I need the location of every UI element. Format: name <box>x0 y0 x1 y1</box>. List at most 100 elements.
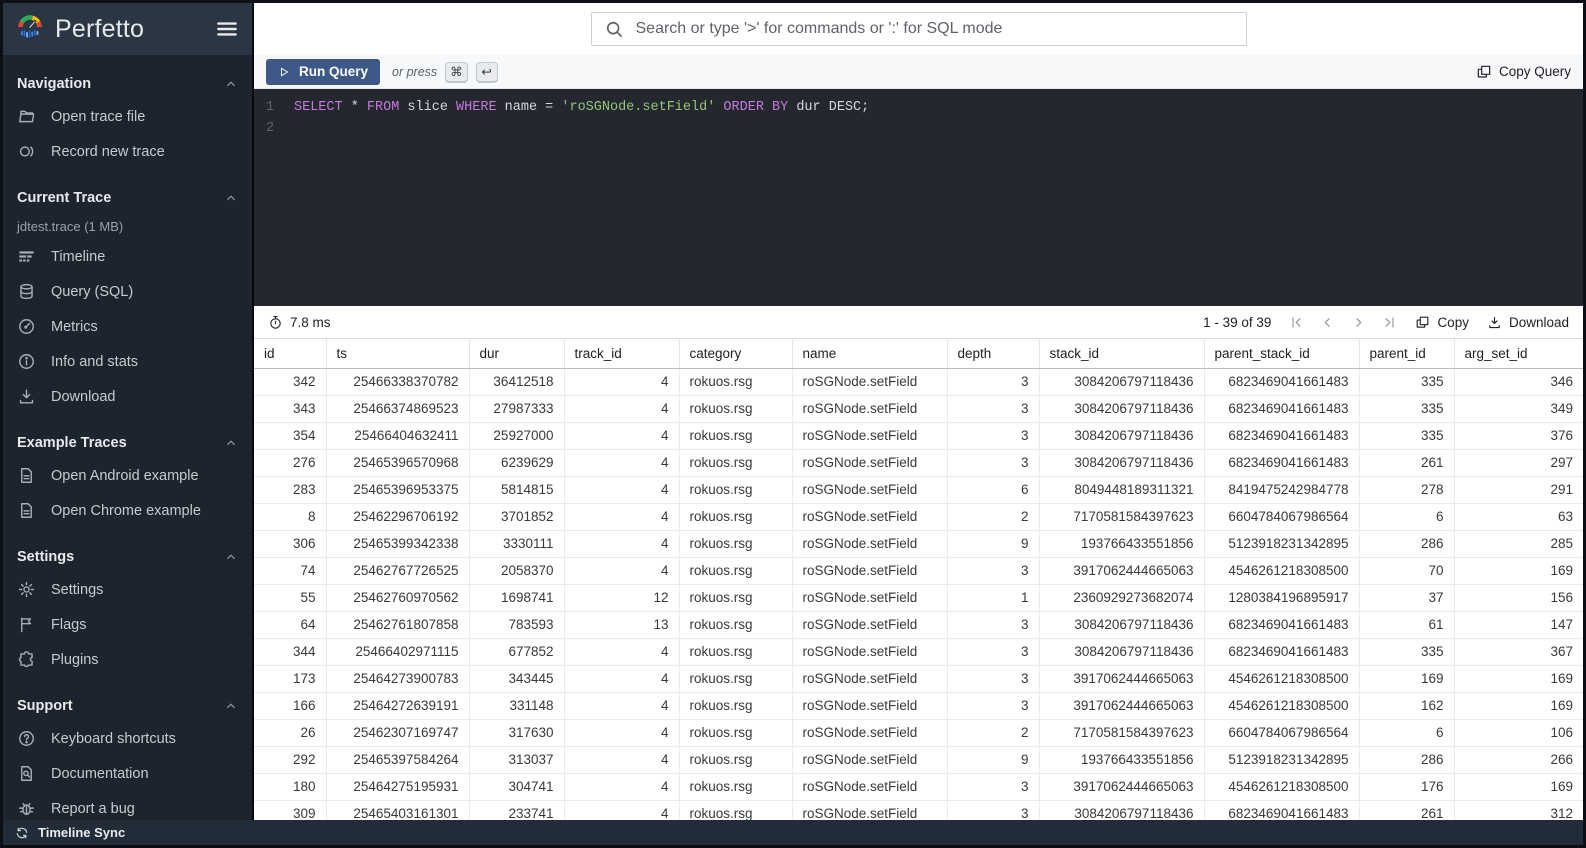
cell-arg_set_id: 291 <box>1454 476 1583 504</box>
cell-track_id: 4 <box>564 719 680 747</box>
column-header-depth: depth <box>947 339 1040 369</box>
query-toolbar: Run Query or press ⌘ ↩ Copy Query <box>254 55 1583 89</box>
table-row: 306 25465399342338 3330111 4 rokuos.rsg roSGN… <box>254 530 1583 558</box>
cell-arg_set_id: 169 <box>1454 773 1583 801</box>
bug-icon <box>17 799 36 818</box>
cell-parent_id: 335 <box>1359 395 1455 423</box>
sync-icon <box>15 826 29 840</box>
copy-query-button[interactable]: Copy Query <box>1476 64 1571 80</box>
sidebar-item-plugins[interactable]: Plugins <box>3 642 252 677</box>
table-row: 166 25464272639191 331148 4 rokuos.rsg roSGNo… <box>254 692 1583 720</box>
cell-stack_id: 3084206797118436 <box>1039 449 1205 477</box>
table-row: 283 25465396953375 5814815 4 rokuos.rsg roSGN… <box>254 476 1583 504</box>
cell-dur: 783593 <box>469 611 565 639</box>
cell-ts: 25462760970562 <box>326 584 470 612</box>
cell-category: rokuos.rsg <box>679 719 793 747</box>
query-elapsed: 7.8 ms <box>268 315 331 330</box>
prev-page-icon[interactable] <box>1320 315 1335 330</box>
cell-category: rokuos.rsg <box>679 638 793 666</box>
download-results-button[interactable]: Download <box>1487 315 1569 330</box>
section-header-navigation[interactable]: Navigation <box>3 69 252 99</box>
last-page-icon[interactable] <box>1382 315 1397 330</box>
run-query-button[interactable]: Run Query <box>266 58 381 85</box>
table-row: 180 25464275195931 304741 4 rokuos.rsg roSGNo… <box>254 773 1583 801</box>
cell-id: 283 <box>254 476 327 504</box>
sidebar-item-label: Metrics <box>51 318 98 335</box>
cell-dur: 3330111 <box>469 530 565 558</box>
cell-name: roSGNode.setField <box>792 692 948 720</box>
cell-track_id: 4 <box>564 449 680 477</box>
section-header-support[interactable]: Support <box>3 691 252 721</box>
sidebar-item-open-trace-file[interactable]: Open trace file <box>3 99 252 134</box>
perfetto-logo-icon <box>15 14 45 44</box>
omnibox[interactable] <box>590 12 1247 46</box>
sql-editor[interactable]: 1 SELECT * FROM slice WHERE name = 'roSGN… <box>254 89 1583 306</box>
section-header-example-traces[interactable]: Example Traces <box>3 428 252 458</box>
cell-ts: 25466404632411 <box>326 422 470 450</box>
sidebar-item-open-android-example[interactable]: Open Android example <box>3 458 252 493</box>
section-title: Support <box>17 698 73 714</box>
cell-ts: 25464275195931 <box>326 773 470 801</box>
section-header-current-trace[interactable]: Current Trace <box>3 183 252 213</box>
cell-depth: 3 <box>947 611 1040 639</box>
search-icon <box>604 19 624 39</box>
cell-arg_set_id: 346 <box>1454 368 1583 396</box>
cell-id: 354 <box>254 422 327 450</box>
first-page-icon[interactable] <box>1289 315 1304 330</box>
cell-track_id: 4 <box>564 476 680 504</box>
cell-category: rokuos.rsg <box>679 557 793 585</box>
sidebar-item-label: Flags <box>51 616 87 633</box>
menu-icon[interactable] <box>214 16 240 42</box>
column-header-name: name <box>792 339 948 369</box>
cell-dur: 677852 <box>469 638 565 666</box>
copy-icon <box>1476 64 1492 80</box>
copy-results-button[interactable]: Copy <box>1415 315 1469 330</box>
cell-id: 342 <box>254 368 327 396</box>
sidebar-item-download[interactable]: Download <box>3 379 252 414</box>
sidebar-item-record-new-trace[interactable]: Record new trace <box>3 134 252 169</box>
cell-dur: 317630 <box>469 719 565 747</box>
table-row: 276 25465396570968 6239629 4 rokuos.rsg roSGN… <box>254 449 1583 477</box>
cell-ts: 25466338370782 <box>326 368 470 396</box>
cell-depth: 9 <box>947 746 1040 774</box>
sidebar-item-flags[interactable]: Flags <box>3 607 252 642</box>
sidebar-item-query-sql-[interactable]: Query (SQL) <box>3 274 252 309</box>
status-bar[interactable]: Timeline Sync <box>3 820 1583 845</box>
cell-arg_set_id: 169 <box>1454 665 1583 693</box>
table-row: 173 25464273900783 343445 4 rokuos.rsg roSGNo… <box>254 665 1583 693</box>
sidebar-item-open-chrome-example[interactable]: Open Chrome example <box>3 493 252 528</box>
next-page-icon[interactable] <box>1351 315 1366 330</box>
cell-dur: 25927000 <box>469 422 565 450</box>
column-header-dur: dur <box>469 339 565 369</box>
sidebar-item-documentation[interactable]: Documentation <box>3 756 252 791</box>
chevron-up-icon <box>224 191 238 205</box>
cell-track_id: 4 <box>564 638 680 666</box>
cell-parent_stack_id: 5123918231342895 <box>1204 746 1360 774</box>
search-input[interactable] <box>635 20 1234 38</box>
cell-arg_set_id: 376 <box>1454 422 1583 450</box>
table-row: 74 25462767726525 2058370 4 rokuos.rsg roSGNo… <box>254 557 1583 585</box>
cell-ts: 25462761807858 <box>326 611 470 639</box>
sidebar-item-info-and-stats[interactable]: Info and stats <box>3 344 252 379</box>
cell-name: roSGNode.setField <box>792 665 948 693</box>
section-title: Navigation <box>17 76 92 92</box>
sidebar-item-settings[interactable]: Settings <box>3 572 252 607</box>
cell-name: roSGNode.setField <box>792 476 948 504</box>
results-table-container: id ts dur track_id category name depth stack_id… <box>254 339 1583 845</box>
cell-parent_id: 286 <box>1359 746 1455 774</box>
cell-parent_stack_id: 6823469041661483 <box>1204 449 1360 477</box>
sidebar-item-keyboard-shortcuts[interactable]: Keyboard shortcuts <box>3 721 252 756</box>
section-header-settings[interactable]: Settings <box>3 542 252 572</box>
cell-name: roSGNode.setField <box>792 422 948 450</box>
cell-ts: 25465396953375 <box>326 476 470 504</box>
sidebar-item-label: Open trace file <box>51 108 146 125</box>
cell-category: rokuos.rsg <box>679 422 793 450</box>
cell-id: 306 <box>254 530 327 558</box>
cell-stack_id: 193766433551856 <box>1039 746 1205 774</box>
results-toolbar: 7.8 ms 1 - 39 of 39 Copy Download <box>254 306 1583 339</box>
cell-track_id: 4 <box>564 773 680 801</box>
sidebar-item-metrics[interactable]: Metrics <box>3 309 252 344</box>
sidebar-section-example-traces: Example Traces Open Android example Open C… <box>3 428 252 528</box>
cell-ts: 25462767726525 <box>326 557 470 585</box>
sidebar-item-timeline[interactable]: Timeline <box>3 239 252 274</box>
